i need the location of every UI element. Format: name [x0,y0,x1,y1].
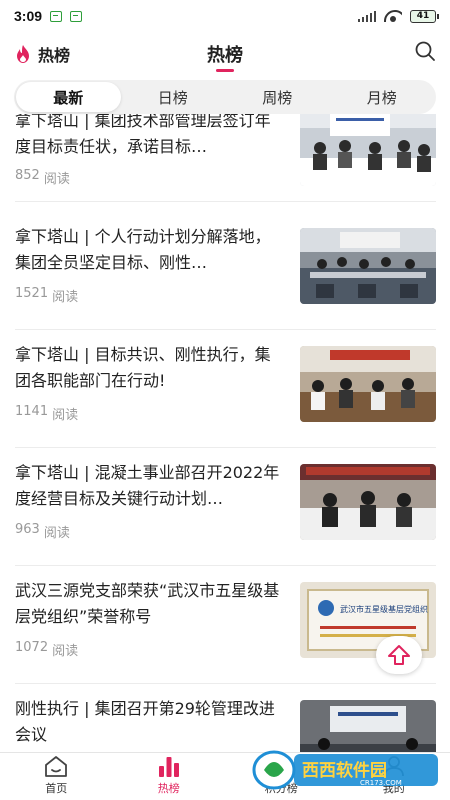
status-bar: 3:09 41 [0,0,450,32]
article-thumbnail[interactable] [300,464,436,540]
search-icon[interactable] [414,40,436,62]
read-count-value: 1521 [15,286,49,301]
read-count-value: 963 [15,522,40,537]
notification-app-icon [50,10,63,22]
tab-latest[interactable]: 最新 [16,82,121,112]
signal-icon [357,10,376,22]
article-title[interactable]: 拿下塔山 | 集团技术部管理层签订年度目标责任状，承诺目标… [15,114,283,160]
nav-home[interactable]: 首页 [0,753,113,800]
list-item[interactable]: 拿下塔山 | 集团技术部管理层签订年度目标责任状，承诺目标… 852 阅读 [15,114,436,202]
read-count-unit: 阅读 [43,526,70,541]
read-count-value: 1072 [15,640,49,655]
article-thumbnail[interactable] [300,114,436,186]
wifi-icon [384,10,402,22]
bar-chart-icon [158,757,179,777]
article-title[interactable]: 刚性执行 | 集团召开第29轮管理改进会议 [15,696,283,748]
article-title[interactable]: 拿下塔山 | 个人行动计划分解落地，集团全员坚定目标、刚性… [15,224,283,276]
ranking-tabs: 最新 日榜 周榜 月榜 [14,80,436,114]
list-item[interactable]: 拿下塔山 | 个人行动计划分解落地，集团全员坚定目标、刚性… 1521 阅读 [15,212,436,330]
read-count: 852 阅读 [15,168,70,187]
nav-home-label: 首页 [45,782,68,795]
home-icon [45,756,68,777]
read-count: 1521 阅读 [15,286,78,305]
tab-daily[interactable]: 日榜 [121,82,226,112]
watermark-text: 西西软件园 [302,760,387,781]
status-time: 3:09 [14,8,43,24]
meeting-photo-icon [300,464,436,540]
plaque-caption: 武汉市五星级基层党组织 [340,604,428,614]
article-thumbnail[interactable] [300,700,436,752]
back-to-top-button[interactable] [376,636,422,674]
article-title[interactable]: 武汉三源党支部荣获“武汉市五星级基层党组织”荣誉称号 [15,578,283,630]
meeting-photo-icon [300,114,436,186]
title-underline [216,69,234,72]
notification-app-icon [70,10,83,22]
arrow-up-icon [388,645,410,665]
read-count-value: 1141 [15,404,49,419]
read-count: 1141 阅读 [15,404,78,423]
meeting-photo-icon [300,228,436,304]
header: 热榜 热榜 [0,32,450,80]
article-thumbnail[interactable] [300,346,436,422]
tab-monthly[interactable]: 月榜 [330,82,435,112]
article-thumbnail[interactable] [300,228,436,304]
read-count: 963 阅读 [15,522,70,541]
read-count-unit: 阅读 [52,290,79,305]
read-count-unit: 阅读 [43,172,70,187]
list-item[interactable]: 刚性执行 | 集团召开第29轮管理改进会议 [15,684,436,752]
read-count-unit: 阅读 [52,644,79,659]
list-item[interactable]: 拿下塔山 | 混凝土事业部召开2022年度经营目标及关键行动计划… 963 阅读 [15,448,436,566]
article-title[interactable]: 拿下塔山 | 混凝土事业部召开2022年度经营目标及关键行动计划… [15,460,283,512]
watermark-url: CR173.COM [360,779,402,787]
read-count: 1072 阅读 [15,640,78,659]
page-title: 热榜 [207,45,243,66]
tab-weekly[interactable]: 周榜 [225,82,330,112]
meeting-photo-icon [300,700,436,752]
article-title[interactable]: 拿下塔山 | 目标共识、刚性执行，集团各职能部门在行动! [15,342,283,394]
nav-hot-list[interactable]: 热榜 [113,753,226,800]
meeting-photo-icon [300,346,436,422]
battery-level: 41 [416,11,430,21]
nav-hot-list-label: 热榜 [157,782,180,795]
read-count-value: 852 [15,168,40,183]
list-item[interactable]: 拿下塔山 | 目标共识、刚性执行，集团各职能部门在行动! 1141 阅读 [15,330,436,448]
list-item[interactable]: 武汉三源党支部荣获“武汉市五星级基层党组织”荣誉称号 1072 阅读 武汉市五星… [15,566,436,684]
read-count-unit: 阅读 [52,408,79,423]
battery-icon: 41 [410,9,439,23]
watermark-logo: 西西软件园 CR173.COM [252,750,438,790]
